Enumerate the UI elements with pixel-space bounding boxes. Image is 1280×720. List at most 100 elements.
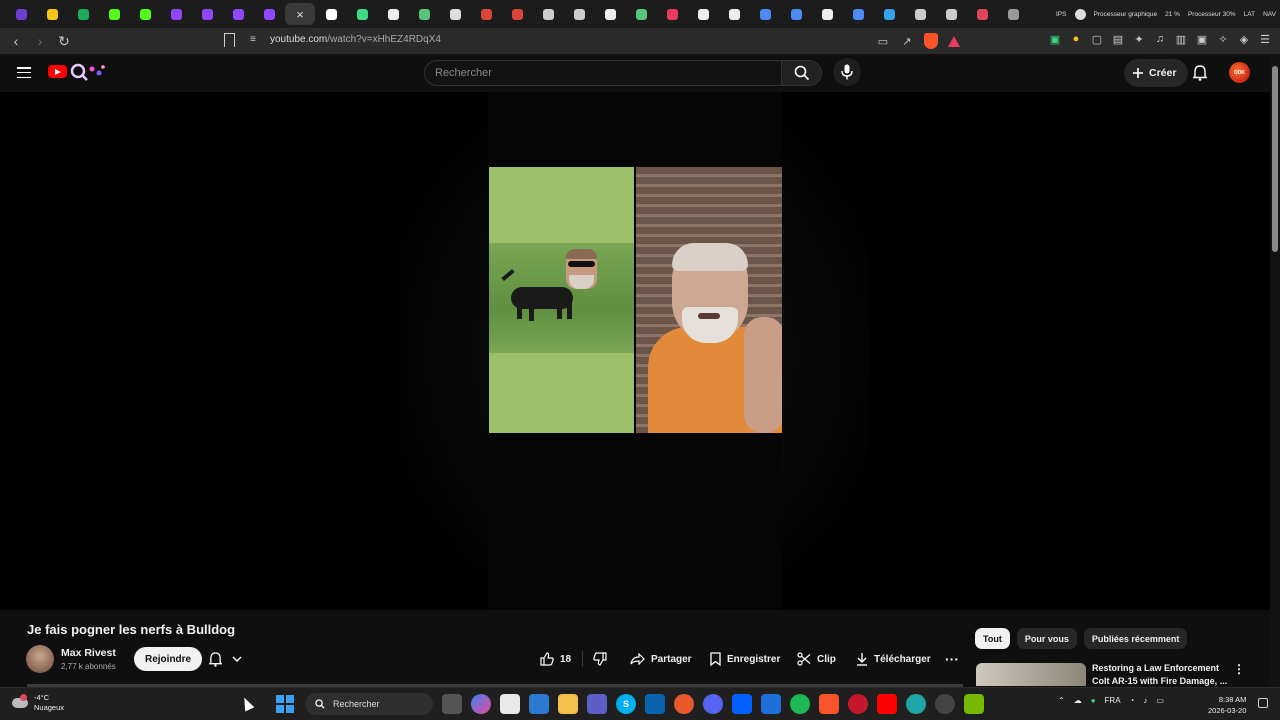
browser-tab[interactable] xyxy=(68,3,98,25)
brave-rewards-icon[interactable] xyxy=(948,35,960,47)
browser-tab[interactable] xyxy=(378,3,408,25)
notification-center-icon[interactable] xyxy=(1258,698,1268,708)
browser-tab[interactable] xyxy=(347,3,377,25)
skype-icon[interactable]: S xyxy=(616,694,636,714)
copilot-icon[interactable] xyxy=(471,694,491,714)
browser-tab[interactable] xyxy=(254,3,284,25)
browser-tab[interactable] xyxy=(812,3,842,25)
browser-tab[interactable] xyxy=(626,3,656,25)
brave-browser-icon[interactable] xyxy=(819,694,839,714)
youtube-app-icon[interactable] xyxy=(877,694,897,714)
scrollbar-thumb[interactable] xyxy=(1272,66,1278,252)
settings-gear-icon[interactable] xyxy=(935,694,955,714)
video-player[interactable] xyxy=(0,92,1270,610)
browser-tab[interactable] xyxy=(750,3,780,25)
extension-calendar-icon[interactable]: ▤ xyxy=(1111,32,1125,46)
browser-tab[interactable] xyxy=(936,3,966,25)
more-actions-button[interactable]: ··· xyxy=(940,647,964,671)
input-language[interactable]: FRA xyxy=(1105,696,1121,705)
discord-icon[interactable] xyxy=(703,694,723,714)
browser-tab[interactable] xyxy=(595,3,625,25)
browser-tab[interactable] xyxy=(688,3,718,25)
forward-icon[interactable]: › xyxy=(30,31,50,51)
browser-tab[interactable] xyxy=(37,3,67,25)
browser-tab[interactable] xyxy=(502,3,532,25)
browser-tab[interactable] xyxy=(161,3,191,25)
site-info-icon[interactable]: ≡ xyxy=(250,34,256,45)
browser-tab[interactable] xyxy=(874,3,904,25)
clip-button[interactable]: Clip xyxy=(787,647,846,671)
store-icon[interactable] xyxy=(500,694,520,714)
extension-green-icon[interactable]: ▣ xyxy=(1048,32,1062,46)
close-tab-icon[interactable]: × xyxy=(296,7,304,22)
menu-icon[interactable]: ☰ xyxy=(1258,32,1272,46)
task-view-icon[interactable] xyxy=(442,694,462,714)
weather-widget[interactable]: -4°C Nuageux xyxy=(12,693,64,713)
voice-search-button[interactable] xyxy=(833,58,861,86)
extension-icon[interactable]: ▢ xyxy=(1090,32,1104,46)
calendar-app-icon[interactable] xyxy=(761,694,781,714)
recommended-video-title[interactable]: Restoring a Law Enforcement Colt AR-15 w… xyxy=(1092,662,1228,688)
file-explorer-icon[interactable] xyxy=(558,694,578,714)
game-app-icon[interactable] xyxy=(674,694,694,714)
browser-tab[interactable] xyxy=(316,3,346,25)
browser-tab[interactable] xyxy=(967,3,997,25)
account-avatar[interactable]: DDK xyxy=(1229,62,1250,83)
browser-tab[interactable] xyxy=(99,3,129,25)
browser-tab[interactable] xyxy=(440,3,470,25)
like-button[interactable]: 18 xyxy=(534,652,582,666)
spotify-icon[interactable] xyxy=(790,694,810,714)
sidebar-icon[interactable]: ▥ xyxy=(1174,32,1188,46)
battery-icon[interactable]: ▭ xyxy=(1156,696,1164,705)
browser-tab[interactable] xyxy=(223,3,253,25)
address-bar[interactable]: youtube.com/watch?v=xHhEZ4RDqX4 xyxy=(270,34,441,45)
channel-avatar[interactable] xyxy=(26,645,54,673)
outlook-icon[interactable] xyxy=(645,694,665,714)
reload-icon[interactable]: ↻ xyxy=(54,31,74,51)
bookmark-icon[interactable] xyxy=(224,33,235,47)
hamburger-menu-icon[interactable] xyxy=(17,67,31,78)
clock[interactable]: 8:38 AM 2026-03-20 xyxy=(1208,694,1246,716)
windows-start-icon[interactable] xyxy=(276,695,294,713)
teams-icon[interactable] xyxy=(587,694,607,714)
browser-tab[interactable] xyxy=(843,3,873,25)
wifi-icon[interactable]: ◔ xyxy=(1130,696,1135,705)
puzzle-icon[interactable]: ✦ xyxy=(1132,32,1146,46)
subscription-bell-button[interactable] xyxy=(200,647,250,671)
leo-ai-icon[interactable]: ✧ xyxy=(1216,32,1230,46)
tray-chevron-icon[interactable]: ⌃ xyxy=(1058,696,1065,705)
youtube-doodle-icon[interactable] xyxy=(70,63,106,81)
browser-tab[interactable] xyxy=(192,3,222,25)
share-icon[interactable]: ↗ xyxy=(900,34,914,48)
chip-recently-published[interactable]: Publiées récemment xyxy=(1083,628,1188,649)
taskbar-search[interactable]: Rechercher xyxy=(305,693,433,715)
onedrive-icon[interactable]: ☁ xyxy=(1074,696,1082,705)
search-input[interactable]: Rechercher xyxy=(424,60,782,86)
dropbox-icon[interactable] xyxy=(732,694,752,714)
create-button[interactable]: Créer xyxy=(1124,59,1189,87)
share-button[interactable]: Partager xyxy=(620,647,702,671)
media-icon[interactable]: ♫ xyxy=(1153,32,1167,46)
extension-color-icon[interactable]: ● xyxy=(1069,32,1083,46)
notifications-button[interactable] xyxy=(1190,63,1210,83)
chip-for-you[interactable]: Pour vous xyxy=(1016,628,1077,649)
browser-tab[interactable] xyxy=(781,3,811,25)
dislike-button[interactable] xyxy=(583,652,607,666)
browser-tab[interactable] xyxy=(719,3,749,25)
browser-tab[interactable] xyxy=(998,3,1028,25)
brave-shield-icon[interactable] xyxy=(924,33,938,49)
back-icon[interactable]: ‹ xyxy=(6,31,26,51)
recommended-video-menu-icon[interactable]: ⋮ xyxy=(1233,662,1245,676)
channel-name[interactable]: Max Rivest xyxy=(61,647,116,659)
mic-tray-icon[interactable]: ● xyxy=(1091,696,1096,705)
browser-tab[interactable] xyxy=(564,3,594,25)
volume-icon[interactable]: ♪ xyxy=(1143,696,1147,705)
browser-tab[interactable] xyxy=(657,3,687,25)
browser-tab[interactable]: × xyxy=(285,3,315,25)
join-button[interactable]: Rejoindre xyxy=(134,647,203,671)
search-button[interactable] xyxy=(781,60,822,86)
cast-icon[interactable]: ▭ xyxy=(876,34,890,48)
browser-tab[interactable] xyxy=(6,3,36,25)
download-button[interactable]: Télécharger xyxy=(846,647,941,671)
browser-tab[interactable] xyxy=(471,3,501,25)
